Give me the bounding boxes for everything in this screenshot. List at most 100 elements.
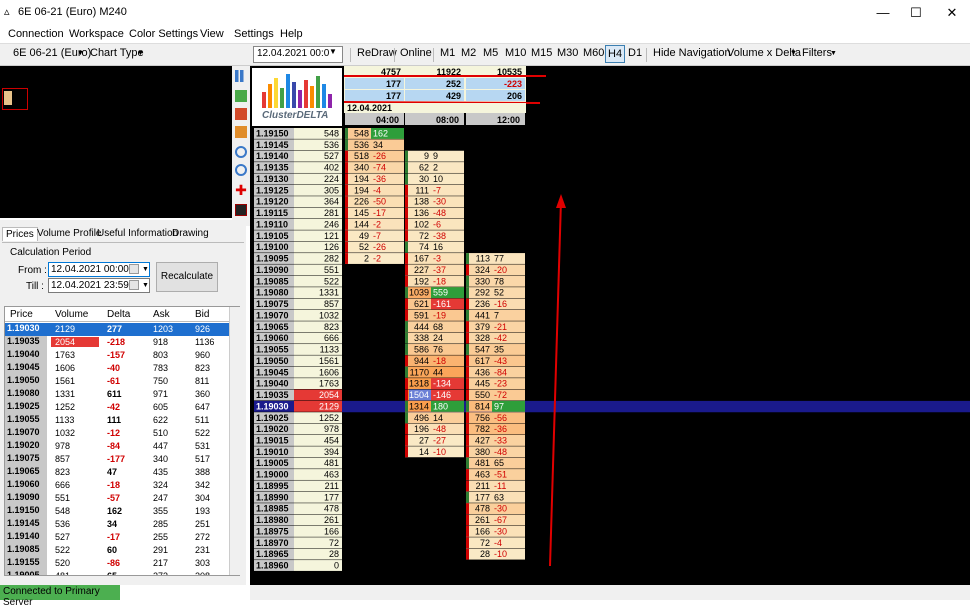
table-row[interactable]: 1.19145 536 34 285 251: [5, 518, 231, 531]
recalculate-button[interactable]: Recalculate: [156, 262, 218, 292]
calendar-icon[interactable]: [129, 280, 139, 290]
redraw-button[interactable]: ReDraw: [357, 47, 397, 59]
zoom-out-icon[interactable]: [235, 164, 247, 176]
tf-m15-button[interactable]: M15: [531, 47, 552, 59]
table-row[interactable]: 1.19035 2054 -218 918 1136: [5, 336, 231, 349]
cluster-volume: 782: [475, 424, 490, 434]
table-row[interactable]: 1.19030 2129 277 1203 926: [5, 323, 231, 336]
candle-green-icon[interactable]: [235, 90, 247, 102]
table-row[interactable]: 1.19080 1331 611 971 360: [5, 388, 231, 401]
tf-d1-button[interactable]: D1: [628, 47, 642, 59]
menu-connection[interactable]: Connection: [8, 28, 64, 40]
filters-selector[interactable]: Filters: [802, 47, 832, 59]
hide-navigation-button[interactable]: Hide Navigation: [653, 47, 731, 59]
chevron-down-icon: ▼: [137, 50, 144, 57]
cell-volume: 1032: [55, 428, 76, 438]
table-row[interactable]: 1.19090 551 -57 247 304: [5, 492, 231, 505]
cluster-bar: [405, 355, 408, 367]
menu-settings[interactable]: Settings: [234, 28, 274, 40]
cell-delta: -57: [107, 493, 121, 503]
col-price[interactable]: Price: [10, 309, 33, 320]
cell-delta: -18: [107, 480, 121, 490]
ladder-volume: 305: [324, 185, 339, 195]
screenshot-icon[interactable]: [235, 204, 247, 216]
zoom-in-icon[interactable]: [235, 146, 247, 158]
cluster-chart[interactable]: 4757 11922 10535 177 252 -223 177 429 206 12.04.2…: [250, 66, 970, 585]
menu-help[interactable]: Help: [280, 28, 303, 40]
table-row[interactable]: 1.19065 823 47 435 388: [5, 466, 231, 479]
menu-view[interactable]: View: [200, 28, 224, 40]
table-row[interactable]: 1.19155 520 -86 217 303: [5, 557, 231, 570]
table-row[interactable]: 1.19060 666 -18 324 342: [5, 479, 231, 492]
cell-price: 1.19025: [5, 401, 47, 414]
cluster-volume: 1170: [410, 367, 429, 377]
minimize-button[interactable]: —: [873, 4, 893, 22]
table-row[interactable]: 1.19055 1133 111 622 511: [5, 414, 231, 427]
col-volume[interactable]: Volume: [55, 309, 88, 320]
cluster-delta: 34: [373, 140, 383, 150]
ladder-volume: 0: [334, 561, 339, 571]
col-delta[interactable]: Delta: [107, 309, 130, 320]
separator: [350, 48, 351, 62]
cluster-delta: -18: [433, 276, 446, 286]
table-row[interactable]: 1.19020 978 -84 447 531: [5, 440, 231, 453]
table-row[interactable]: 1.19140 527 -17 255 272: [5, 531, 231, 544]
tf-m10-button[interactable]: M10: [505, 47, 526, 59]
chart-type-selector[interactable]: Chart Type: [90, 47, 144, 59]
cell-price: 1.19030: [5, 323, 47, 336]
table-row[interactable]: 1.19050 1561 -61 750 811: [5, 375, 231, 388]
tf-m2-button[interactable]: M2: [461, 47, 476, 59]
table-row[interactable]: 1.19075 857 -177 340 517: [5, 453, 231, 466]
cell-delta: -157: [107, 350, 126, 360]
tf-m1-button[interactable]: M1: [440, 47, 455, 59]
crosshair-icon[interactable]: ✚: [235, 183, 247, 197]
maximize-button[interactable]: ☐: [906, 4, 926, 22]
col-bid[interactable]: Bid: [195, 309, 209, 320]
close-button[interactable]: ✕: [942, 4, 962, 22]
table-row[interactable]: 1.19085 522 60 291 231: [5, 544, 231, 557]
cluster-delta: 78: [494, 276, 504, 286]
ladder-volume: 126: [324, 242, 339, 252]
table-row[interactable]: 1.19005 481 65 273 208: [5, 570, 231, 575]
navigation-preview[interactable]: [0, 66, 232, 218]
ladder-price: 1.19080: [256, 288, 289, 298]
tf-h4-button[interactable]: H4: [605, 45, 626, 63]
tf-m5-button[interactable]: M5: [483, 47, 498, 59]
ladder-volume: 282: [324, 254, 339, 264]
table-row[interactable]: 1.19040 1763 -157 803 960: [5, 349, 231, 362]
tab-drawing[interactable]: Drawing: [169, 227, 212, 240]
online-button[interactable]: Online: [400, 47, 432, 59]
cluster-volume: 28: [480, 549, 490, 559]
cluster-delta: -2: [373, 219, 381, 229]
chart-horizontal-scrollbar[interactable]: [250, 585, 970, 600]
tab-prices[interactable]: Prices: [2, 227, 38, 241]
tf-m60-button[interactable]: M60: [583, 47, 604, 59]
ladder-volume: 666: [324, 333, 339, 343]
cell-ask: 750: [153, 376, 169, 386]
cluster-delta: -2: [373, 254, 381, 264]
cluster-delta: -37: [433, 265, 446, 275]
menu-color-settings[interactable]: Color Settings: [129, 28, 198, 40]
calendar-icon[interactable]: [129, 264, 139, 274]
cell-volume: 857: [55, 454, 71, 464]
cell-price: 1.19005: [5, 570, 47, 575]
price-table-scrollbar[interactable]: [229, 307, 240, 575]
cell-bid: 517: [195, 454, 211, 464]
ladder-volume: 1032: [319, 310, 339, 320]
col-ask[interactable]: Ask: [153, 309, 170, 320]
tf-m30-button[interactable]: M30: [557, 47, 578, 59]
table-row[interactable]: 1.19045 1606 -40 783 823: [5, 362, 231, 375]
chevron-down-icon: ▼: [830, 50, 837, 57]
bar-chart-icon[interactable]: [235, 70, 247, 82]
add-indicator-icon[interactable]: [235, 126, 247, 138]
candle-red-icon[interactable]: [235, 108, 247, 120]
table-row[interactable]: 1.19150 548 162 355 193: [5, 505, 231, 518]
cell-price: 1.19035: [5, 336, 47, 349]
menu-workspace[interactable]: Workspace: [69, 28, 124, 40]
table-row[interactable]: 1.19025 1252 -42 605 647: [5, 401, 231, 414]
cell-volume: 1561: [55, 376, 76, 386]
table-row[interactable]: 1.19070 1032 -12 510 522: [5, 427, 231, 440]
ladder-price: 1.18995: [256, 481, 289, 491]
cluster-delta: 14: [433, 413, 443, 423]
cluster-delta: 162: [373, 129, 388, 139]
